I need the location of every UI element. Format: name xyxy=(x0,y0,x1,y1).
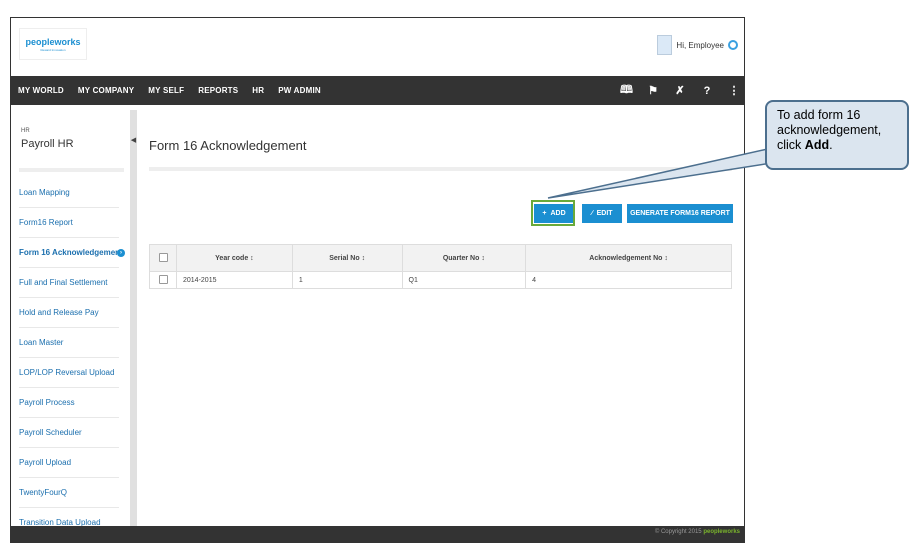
sidebar-item-label: Form 16 Acknowledgement xyxy=(19,248,123,257)
app-window: peopleworks Reward Innovation Hi, Employ… xyxy=(10,17,745,543)
add-button-highlight xyxy=(531,200,575,226)
column-quarter-no[interactable]: Quarter No ↕ xyxy=(401,244,527,272)
instruction-callout: To add form 16 acknowledgement, click Ad… xyxy=(765,100,909,170)
callout-bold-text: Add xyxy=(804,138,830,152)
avatar[interactable] xyxy=(657,35,673,55)
sort-icon: ↕ xyxy=(664,254,668,262)
cell-year-code: 2014-2015 xyxy=(176,271,293,289)
edit-button[interactable]: ∕ EDIT xyxy=(582,204,622,223)
sidebar-item-payroll-process[interactable]: Payroll Process xyxy=(11,388,131,418)
nav-my-world[interactable]: MY WORLD xyxy=(11,86,71,95)
page-title: Form 16 Acknowledgement xyxy=(149,138,307,153)
title-divider xyxy=(149,167,732,171)
logo-tagline: Reward Innovation xyxy=(40,47,66,52)
help-icon[interactable]: ? xyxy=(701,85,713,97)
column-serial-no[interactable]: Serial No ↕ xyxy=(291,244,403,272)
footer: © Copyright 2015 peopleworks xyxy=(11,526,744,542)
generate-button-label: GENERATE FORM16 REPORT xyxy=(630,210,730,217)
column-acknowledgement-no[interactable]: Acknowledgement No ↕ xyxy=(525,244,732,272)
logo-text: peopleworks xyxy=(25,36,81,47)
sidebar-menu: Loan Mapping Form16 Report Form 16 Ackno… xyxy=(11,178,131,538)
main-nav: MY WORLD MY COMPANY MY SELF REPORTS HR P… xyxy=(11,76,744,105)
app-logo[interactable]: peopleworks Reward Innovation xyxy=(19,28,87,60)
callout-suffix: . xyxy=(829,138,833,152)
sidebar-item-payroll-scheduler[interactable]: Payroll Scheduler xyxy=(11,418,131,448)
gear-icon[interactable] xyxy=(728,40,738,50)
cell-quarter-no: Q1 xyxy=(401,271,527,289)
sidebar-item-label: TwentyFourQ xyxy=(19,488,68,497)
sort-icon: ↕ xyxy=(250,254,254,262)
nav-icons: 🕮 ⚑ ✗ ? ⋮ xyxy=(620,76,740,105)
sidebar-item-label: Payroll Scheduler xyxy=(19,428,82,437)
sort-icon: ↕ xyxy=(481,254,485,262)
sidebar: HR Payroll HR Loan Mapping Form16 Report… xyxy=(11,110,131,530)
sidebar-section-small: HR xyxy=(21,128,30,134)
sidebar-item-loan-mapping[interactable]: Loan Mapping xyxy=(11,178,131,208)
cell-serial-no: 1 xyxy=(291,271,403,289)
copyright-text: © Copyright 2015 xyxy=(654,529,702,535)
sidebar-collapse-handle[interactable]: ◀ xyxy=(130,110,137,530)
column-label: Acknowledgement No xyxy=(589,254,663,262)
sidebar-item-twentyfourq[interactable]: TwentyFourQ xyxy=(11,478,131,508)
chevron-left-icon: ◀ xyxy=(130,137,137,144)
top-header: peopleworks Reward Innovation Hi, Employ… xyxy=(11,18,744,76)
select-all-checkbox[interactable] xyxy=(158,252,168,262)
sidebar-item-label: Loan Mapping xyxy=(19,188,70,197)
sort-icon: ↕ xyxy=(361,254,366,262)
sidebar-item-label: Hold and Release Pay xyxy=(19,308,99,317)
book-icon[interactable]: 🕮 xyxy=(620,81,633,100)
user-menu[interactable]: Hi, Employee xyxy=(657,35,738,55)
sidebar-item-full-final-settlement[interactable]: Full and Final Settlement xyxy=(11,268,131,298)
sidebar-item-label: Form16 Report xyxy=(19,218,73,227)
row-checkbox[interactable] xyxy=(158,274,168,284)
sidebar-item-lop-reversal-upload[interactable]: LOP/LOP Reversal Upload xyxy=(11,358,131,388)
sidebar-item-label: Payroll Upload xyxy=(19,458,72,467)
flag-icon[interactable]: ⚑ xyxy=(647,84,659,97)
edit-button-label: EDIT xyxy=(596,210,613,217)
footer-copyright: © Copyright 2015 peopleworks xyxy=(655,529,740,535)
sidebar-section-title: Payroll HR xyxy=(21,138,74,150)
sidebar-item-label: Loan Master xyxy=(19,338,64,347)
column-label: Serial No xyxy=(329,254,360,262)
cell-acknowledgement-no: 4 xyxy=(525,271,732,289)
chevron-right-icon: › xyxy=(117,249,125,257)
row-select-cell[interactable] xyxy=(149,271,177,289)
sidebar-item-form16-acknowledgement[interactable]: Form 16 Acknowledgement › xyxy=(11,238,131,268)
pencil-icon: ∕ xyxy=(591,210,593,217)
sidebar-item-loan-master[interactable]: Loan Master xyxy=(11,328,131,358)
nav-my-self[interactable]: MY SELF xyxy=(141,86,191,95)
main-content: Form 16 Acknowledgement + ADD ∕ EDIT GEN… xyxy=(139,110,744,530)
table-row[interactable]: 2014-2015 1 Q1 4 xyxy=(149,271,732,289)
sidebar-item-hold-release-pay[interactable]: Hold and Release Pay xyxy=(11,298,131,328)
share-icon[interactable]: ⋮ xyxy=(728,84,740,97)
table-header-row: Year code ↕ Serial No ↕ Quarter No ↕ Ack… xyxy=(149,244,732,272)
select-all-cell[interactable] xyxy=(149,244,177,272)
column-label: Quarter No xyxy=(442,254,480,262)
column-year-code[interactable]: Year code ↕ xyxy=(176,244,293,272)
sidebar-item-label: LOP/LOP Reversal Upload xyxy=(19,368,115,377)
sidebar-item-label: Payroll Process xyxy=(19,398,75,407)
nav-hr[interactable]: HR xyxy=(245,86,271,95)
user-greeting: Hi, Employee xyxy=(676,40,724,50)
generate-form16-report-button[interactable]: GENERATE FORM16 REPORT xyxy=(627,204,733,223)
sidebar-divider xyxy=(19,168,124,172)
sidebar-item-label: Full and Final Settlement xyxy=(19,278,108,287)
tools-icon[interactable]: ✗ xyxy=(674,84,686,97)
nav-my-company[interactable]: MY COMPANY xyxy=(71,86,141,95)
nav-reports[interactable]: REPORTS xyxy=(191,86,245,95)
footer-brand: peopleworks xyxy=(703,529,740,535)
sidebar-item-form16-report[interactable]: Form16 Report xyxy=(11,208,131,238)
column-label: Year code xyxy=(215,254,249,262)
acknowledgement-table: Year code ↕ Serial No ↕ Quarter No ↕ Ack… xyxy=(149,244,732,289)
sidebar-item-payroll-upload[interactable]: Payroll Upload xyxy=(11,448,131,478)
nav-pw-admin[interactable]: PW ADMIN xyxy=(271,86,328,95)
